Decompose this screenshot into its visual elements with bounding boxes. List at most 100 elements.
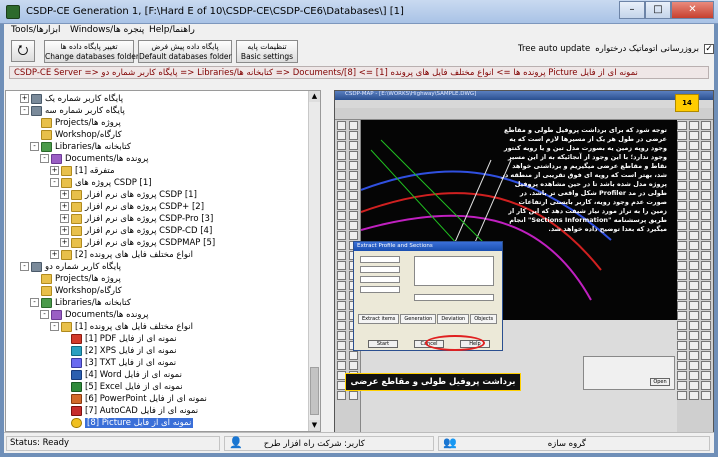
tree-item-label[interactable]: انواع مختلف فایل های پرونده [2] (75, 250, 193, 260)
tree-item-label[interactable]: پروژه های CSDP [1] (75, 178, 152, 188)
tree-item-label[interactable]: پایگاه کاربر شماره سه (45, 106, 125, 116)
change-databases-folder-button[interactable]: تغییر پایگاه داده ها Change databases fo… (44, 40, 139, 63)
tree-item[interactable]: [8] Picture نمونه ای از فایل (60, 417, 194, 428)
tree-item[interactable]: Projects/پروژه ها (30, 117, 121, 128)
tree-item[interactable]: + پروژه های نرم افزار CSDPMAP [5] (60, 237, 215, 248)
tree-item-label[interactable]: Documents/پرونده ها (65, 310, 149, 320)
tree-expander[interactable]: - (20, 106, 29, 115)
tree-expander[interactable]: + (50, 250, 59, 259)
tree-item-label[interactable]: پروژه های نرم افزار CSDP-Pro [3] (85, 214, 213, 224)
tree-expander[interactable]: + (60, 226, 69, 235)
tree-item-label[interactable]: [2] XPS نمونه ای از فایل (85, 346, 176, 356)
tree-expander[interactable]: + (60, 214, 69, 223)
tree-item-label[interactable]: پروژه های نرم افزار CSDP+ [2] (85, 202, 204, 212)
tree-item[interactable]: [4] Word نمونه ای از فایل (60, 369, 182, 380)
tree-item[interactable]: - Documents/پرونده ها (40, 309, 149, 320)
tree-item-label[interactable]: پروژه های نرم افزار CSDPMAP [5] (85, 238, 215, 248)
tool-square (349, 211, 358, 220)
menu-windows[interactable]: Windows/پنجره ها (70, 25, 144, 35)
tree-item[interactable]: - پایگاه کاربر شماره دو (20, 261, 121, 272)
default-databases-folder-button[interactable]: پایگاه داده پیش فرض Default databases fo… (138, 40, 232, 63)
tree-item-label[interactable]: پروژه های نرم افزار CSDP-CD [4] (85, 226, 212, 236)
tree-expander[interactable]: + (50, 166, 59, 175)
tree-item[interactable]: [3] TXT نمونه ای از فایل (60, 357, 176, 368)
minimize-button[interactable]: – (619, 1, 645, 19)
tree-item-label[interactable]: [7] AutoCAD نمونه ای از فایل (85, 406, 198, 416)
tree-item-label[interactable]: [6] PowerPoint نمونه ای از فایل (85, 394, 207, 404)
tree-item[interactable]: - پایگاه کاربر شماره سه (20, 105, 125, 116)
tree-expander[interactable]: - (40, 310, 49, 319)
connect-icon[interactable]: ⭮ (11, 40, 35, 62)
tree-expander[interactable]: - (50, 322, 59, 331)
tree-item[interactable]: Projects/پروژه ها (30, 273, 121, 284)
close-button[interactable]: ✕ (671, 1, 714, 19)
tree-item-label[interactable]: انواع مختلف فایل های پرونده [1] (75, 322, 193, 332)
tree-item[interactable]: - انواع مختلف فایل های پرونده [1] (50, 321, 193, 332)
server-icon (31, 105, 42, 116)
tree-item[interactable]: Workshop/کارگاه (30, 285, 122, 296)
tree-item[interactable]: [5] Excel نمونه ای از فایل (60, 381, 183, 392)
scroll-up-arrow[interactable]: ▲ (309, 91, 320, 102)
tree-item-label[interactable]: پایگاه کاربر شماره دو (45, 262, 121, 272)
tool-square (349, 161, 358, 170)
menu-help[interactable]: Help/راهنما (149, 25, 195, 35)
tree-item[interactable]: + انواع مختلف فایل های پرونده [2] (50, 249, 193, 260)
tree-item[interactable]: - پروژه های CSDP [1] (50, 177, 152, 188)
tree-expander[interactable]: + (60, 190, 69, 199)
tree-item[interactable]: + پروژه های نرم افزار CSDP [1] (60, 189, 197, 200)
tree-item[interactable]: [7] AutoCAD نمونه ای از فایل (60, 405, 198, 416)
tree-item-label[interactable]: پایگاه کاربر شماره یک (45, 94, 123, 104)
tree-expander[interactable]: - (40, 154, 49, 163)
tree-item-label[interactable]: متفرقه [1] (75, 166, 115, 176)
tree-item-label[interactable]: Libraries/کتابخانه ها (55, 298, 131, 308)
tree-item-label[interactable]: Workshop/کارگاه (55, 130, 122, 140)
tree-item-label[interactable]: [4] Word نمونه ای از فایل (85, 370, 182, 380)
tree-scrollbar[interactable]: ▲ ▼ (308, 91, 320, 431)
tree-item[interactable]: + پروژه های نرم افزار CSDP+ [2] (60, 201, 204, 212)
tree-item[interactable]: Workshop/کارگاه (30, 129, 122, 140)
tree-item-label[interactable]: Libraries/کتابخانه ها (55, 142, 131, 152)
tree-expander[interactable]: - (50, 178, 59, 187)
tree-item-label[interactable]: [5] Excel نمونه ای از فایل (85, 382, 183, 392)
tool-square (689, 231, 699, 240)
tree-item-label[interactable]: Documents/پرونده ها (65, 154, 149, 164)
tree-expander[interactable]: + (20, 94, 29, 103)
tool-square (701, 161, 711, 170)
tree-item[interactable]: + پروژه های نرم افزار CSDP-CD [4] (60, 225, 212, 236)
maximize-button[interactable]: □ (645, 1, 671, 19)
status-group: 👥 گروه سازه (438, 436, 710, 451)
tool-square (677, 281, 687, 290)
tool-square (689, 261, 699, 270)
tree-item-label[interactable]: [1] PDF نمونه ای از فایل (85, 334, 177, 344)
tree-item[interactable]: - Libraries/کتابخانه ها (30, 297, 131, 308)
tree-expander[interactable]: - (20, 262, 29, 271)
tree-item[interactable]: + متفرقه [1] (50, 165, 115, 176)
tree-item-label[interactable]: پروژه های نرم افزار CSDP [1] (85, 190, 197, 200)
tree-item-label[interactable]: Projects/پروژه ها (55, 118, 121, 128)
tool-square (701, 391, 711, 400)
auto-update-checkbox[interactable]: ✓ (703, 44, 714, 54)
tree-item[interactable]: [2] XPS نمونه ای از فایل (60, 345, 176, 356)
tree-item[interactable]: + پایگاه کاربر شماره یک (20, 93, 123, 104)
tree-item-label[interactable]: Workshop/کارگاه (55, 286, 122, 296)
tree-item-label[interactable]: [3] TXT نمونه ای از فایل (85, 358, 176, 368)
tree-item-label[interactable]: [8] Picture نمونه ای از فایل (85, 417, 194, 428)
menu-tools[interactable]: Tools/ابزارها (11, 25, 61, 35)
tree-auto-update-toggle[interactable]: Tree auto update بروزرسانی اتوماتیک درخت… (518, 44, 714, 54)
scroll-thumb[interactable] (310, 367, 319, 415)
tree-item[interactable]: - Documents/پرونده ها (40, 153, 149, 164)
tool-square (701, 151, 711, 160)
tree-expander[interactable]: + (60, 202, 69, 211)
basic-settings-button[interactable]: تنظیمات پایه Basic settings (236, 40, 298, 63)
tree-expander[interactable]: - (30, 298, 39, 307)
tree-item-label[interactable]: Projects/پروژه ها (55, 274, 121, 284)
tree-item[interactable]: [1] PDF نمونه ای از فایل (60, 333, 177, 344)
database-tree[interactable]: + پایگاه کاربر شماره یک - پایگاه کاربر شمار… (5, 90, 321, 432)
tree-expander[interactable]: - (30, 142, 39, 151)
tree-expander[interactable]: + (60, 238, 69, 247)
tree-item[interactable]: - Libraries/کتابخانه ها (30, 141, 131, 152)
scroll-down-arrow[interactable]: ▼ (309, 420, 320, 431)
tree-item[interactable]: + پروژه های نرم افزار CSDP-Pro [3] (60, 213, 213, 224)
tool-square (701, 201, 711, 210)
tree-item[interactable]: [6] PowerPoint نمونه ای از فایل (60, 393, 207, 404)
